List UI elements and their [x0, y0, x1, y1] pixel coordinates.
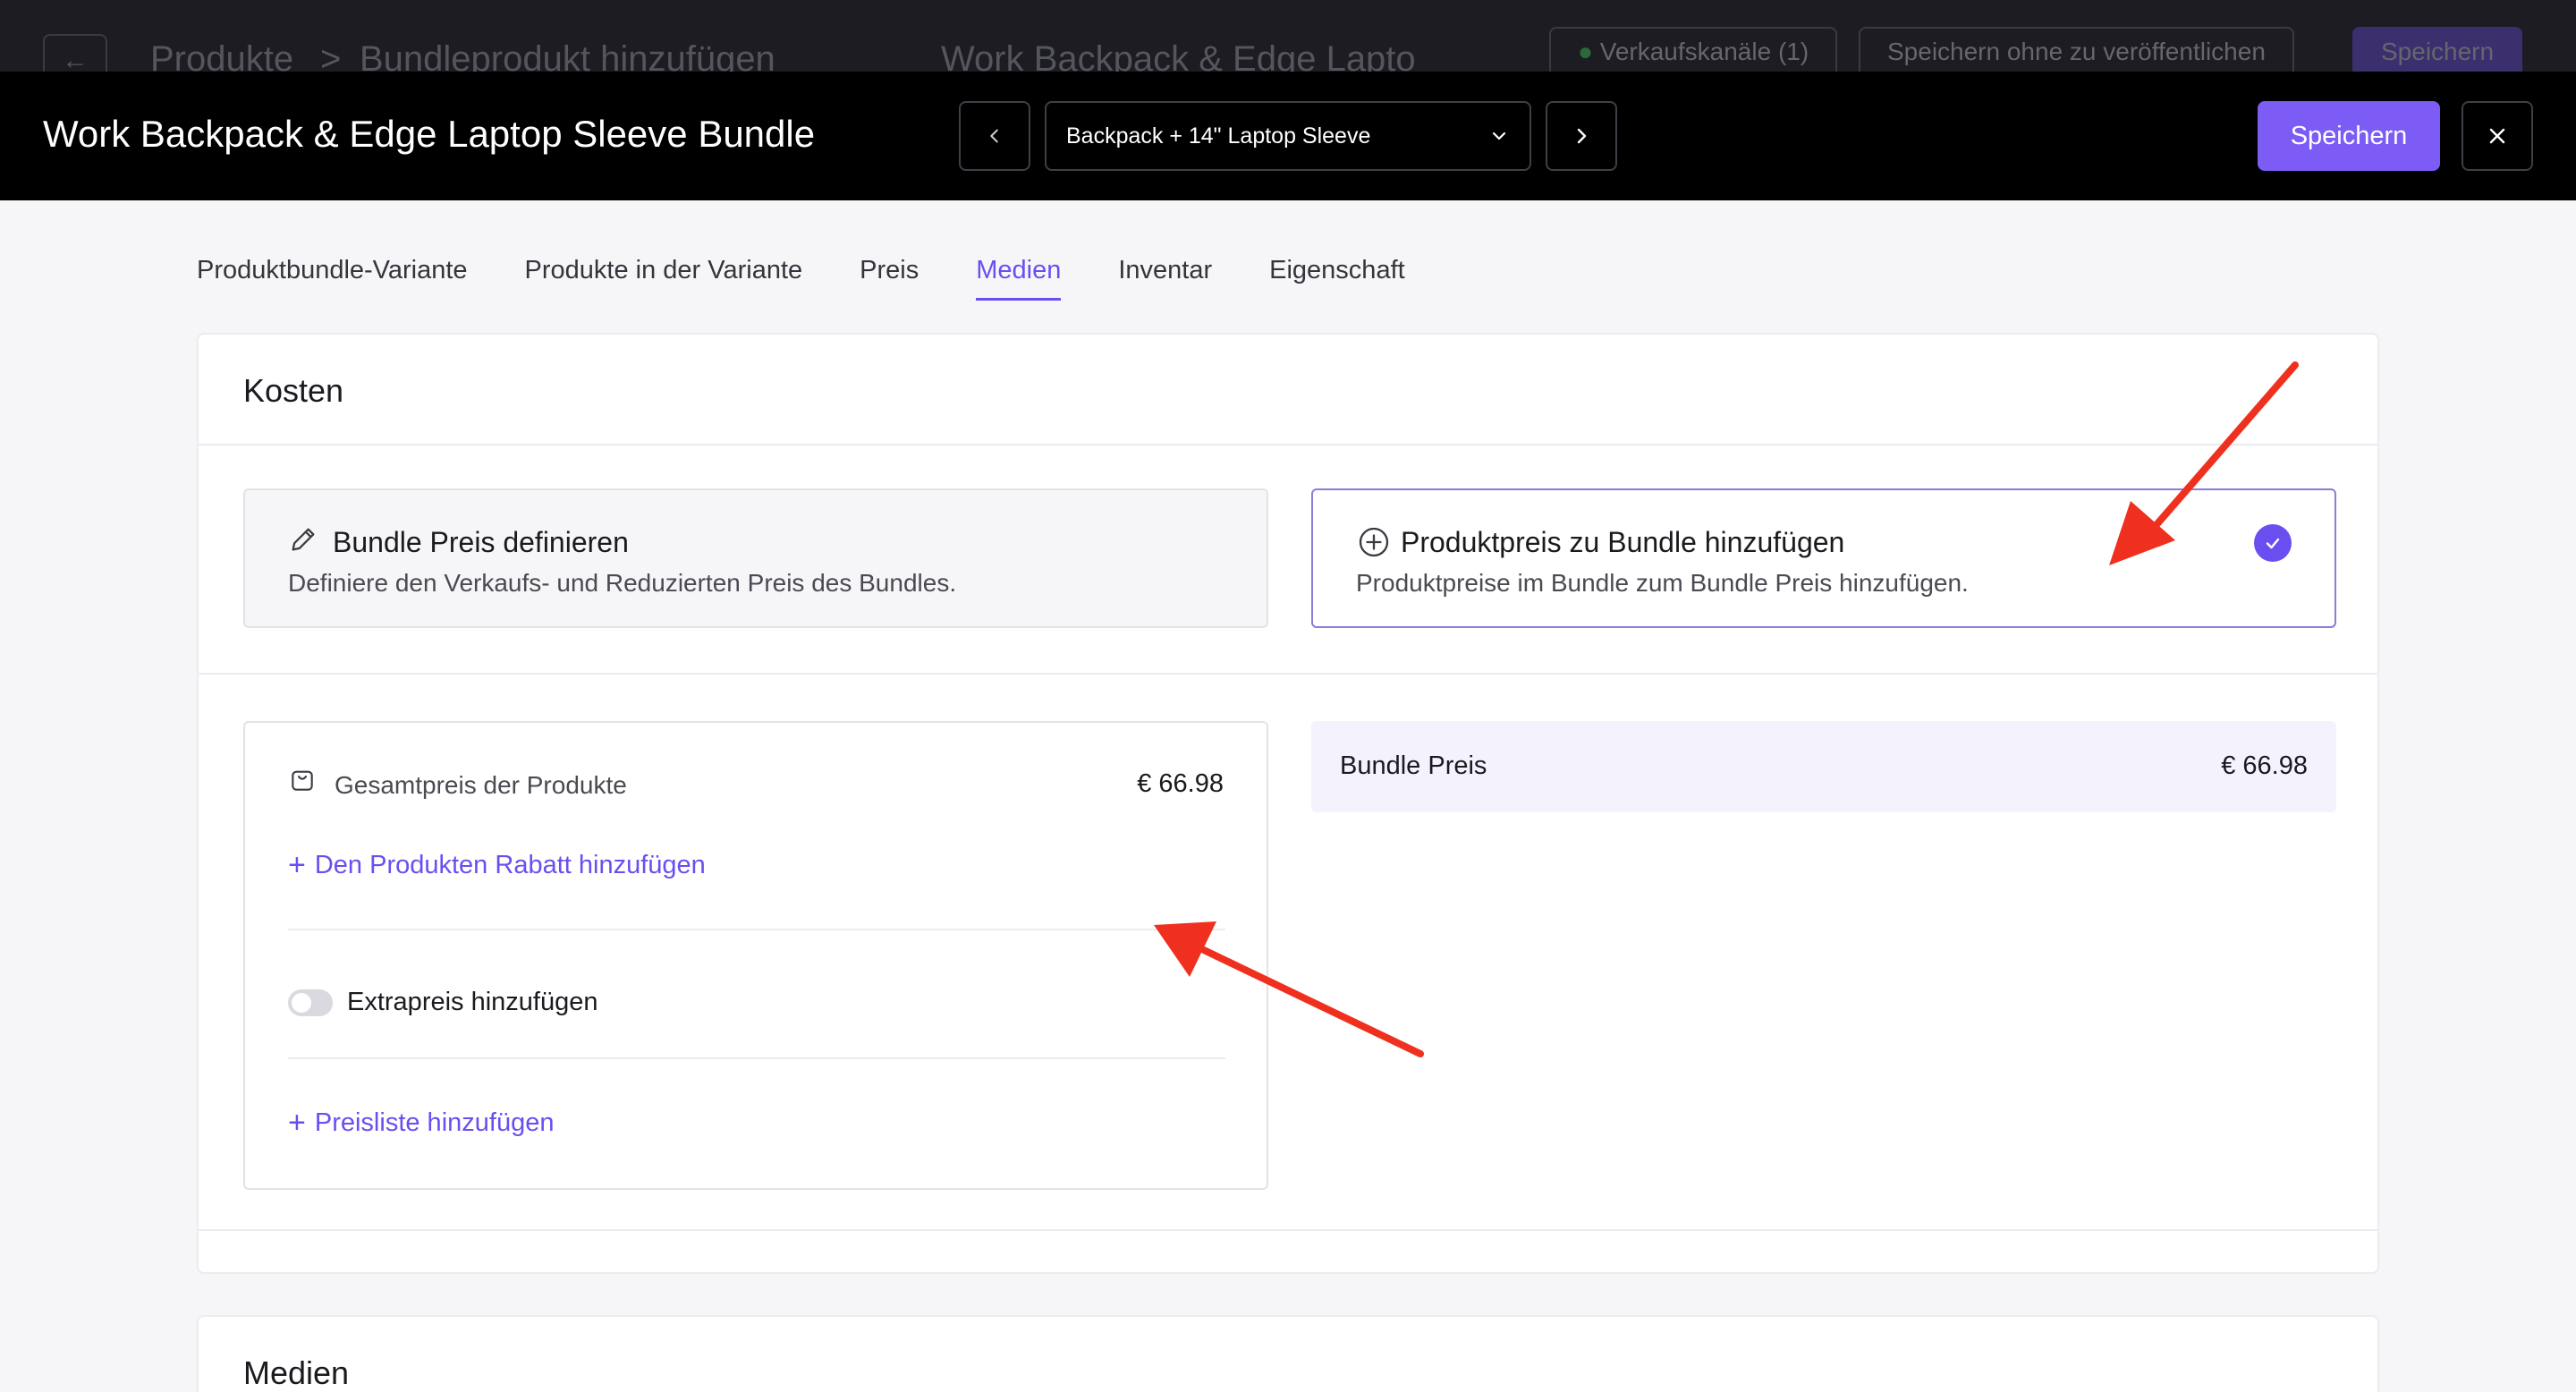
close-icon	[2489, 128, 2505, 144]
costs-title: Kosten	[243, 372, 344, 409]
media-title: Medien	[243, 1354, 350, 1391]
tab-preis[interactable]: Preis	[860, 256, 919, 301]
divider	[199, 444, 2377, 446]
extra-price-label: Extrapreis hinzufügen	[347, 988, 598, 1016]
divider	[288, 1057, 1225, 1059]
tab-eigenschaft[interactable]: Eigenschaft	[1269, 256, 1405, 301]
toggle-knob	[292, 993, 311, 1013]
define-bundle-price-title: Bundle Preis definieren	[333, 526, 629, 558]
selected-check-icon	[2254, 524, 2292, 562]
divider	[288, 929, 1225, 930]
products-total-label: Gesamtpreis der Produkte	[335, 771, 627, 799]
variant-select[interactable]: Backpack + 14" Laptop Sleeve	[1045, 101, 1531, 171]
background-save-button[interactable]: Speichern	[2352, 27, 2523, 77]
divider	[199, 1229, 2377, 1231]
media-card: Medien	[197, 1315, 2379, 1392]
bundle-price-summary: Bundle Preis € 66.98	[1311, 721, 2336, 812]
add-product-price-description: Produktpreise im Bundle zum Bundle Preis…	[1356, 569, 1969, 597]
products-total-box: Gesamtpreis der Produkte € 66.98 + Den P…	[243, 721, 1268, 1190]
define-bundle-price-description: Definiere den Verkaufs- und Reduzierten …	[288, 569, 957, 597]
bundle-price-value: € 66.98	[2221, 751, 2308, 780]
pencil-icon	[292, 528, 315, 551]
tab-inventar[interactable]: Inventar	[1118, 256, 1212, 301]
tab-produktbundle-variante[interactable]: Produktbundle-Variante	[197, 256, 468, 301]
define-bundle-price-option[interactable]: Bundle Preis definieren Definiere den Ve…	[243, 488, 1268, 628]
costs-card: Kosten Bundle Preis definieren Definiere…	[197, 333, 2379, 1274]
add-discount-link[interactable]: + Den Produkten Rabatt hinzufügen	[288, 850, 706, 880]
add-discount-label: Den Produkten Rabatt hinzufügen	[314, 850, 706, 879]
background-page-header: ← Produkte > Bundleprodukt hinzufügen Wo…	[0, 0, 2576, 88]
next-variant-button[interactable]	[1546, 101, 1617, 171]
variant-tabs: Produktbundle-Variante Produkte in der V…	[197, 256, 1405, 301]
plus-icon: +	[288, 848, 306, 882]
status-dot-icon: ●	[1578, 38, 1600, 65]
plus-circle-icon	[1359, 527, 1389, 557]
divider	[199, 673, 2377, 675]
modal-title: Work Backpack & Edge Laptop Sleeve Bundl…	[43, 113, 816, 155]
add-product-price-option[interactable]: Produktpreis zu Bundle hinzufügen Produk…	[1311, 488, 2336, 628]
plus-icon: +	[288, 1106, 306, 1140]
sales-channels-button[interactable]: ● Verkaufskanäle (1)	[1549, 27, 1838, 77]
chevron-down-icon	[1492, 132, 1506, 140]
tab-medien[interactable]: Medien	[976, 256, 1062, 301]
shopping-bag-icon	[292, 770, 313, 791]
add-pricelist-link[interactable]: + Preisliste hinzufügen	[288, 1108, 554, 1138]
chevron-right-icon	[1577, 128, 1587, 144]
variant-modal-header: Work Backpack & Edge Laptop Sleeve Bundl…	[0, 72, 2576, 200]
extra-price-toggle[interactable]	[288, 989, 333, 1016]
add-pricelist-label: Preisliste hinzufügen	[314, 1108, 555, 1137]
bundle-price-label: Bundle Preis	[1340, 751, 1487, 780]
variant-select-value: Backpack + 14" Laptop Sleeve	[1066, 123, 1371, 149]
products-total-value: € 66.98	[1137, 769, 1224, 798]
previous-variant-button[interactable]	[959, 101, 1030, 171]
save-button[interactable]: Speichern	[2258, 101, 2440, 171]
add-product-price-title: Produktpreis zu Bundle hinzufügen	[1401, 526, 1845, 558]
save-without-publishing-button[interactable]: Speichern ohne zu veröffentlichen	[1859, 27, 2294, 77]
tab-produkte-in-der-variante[interactable]: Produkte in der Variante	[525, 256, 803, 301]
close-button[interactable]	[2462, 101, 2533, 171]
chevron-left-icon	[990, 129, 998, 143]
sales-channels-label: Verkaufskanäle (1)	[1599, 38, 1809, 65]
